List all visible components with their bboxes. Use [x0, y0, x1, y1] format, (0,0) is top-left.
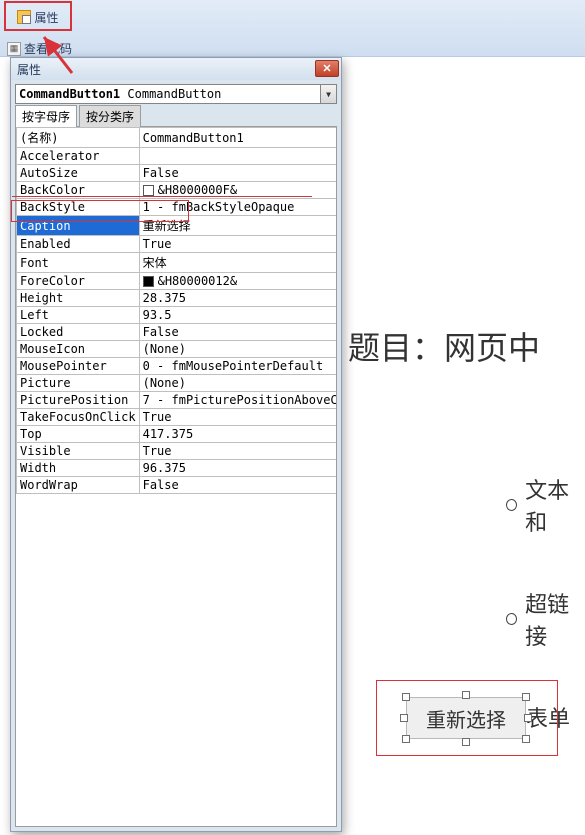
- property-name: Width: [17, 460, 140, 477]
- color-swatch-icon: [143, 276, 154, 287]
- titlebar[interactable]: 属性 ✕: [11, 58, 341, 80]
- property-value[interactable]: [139, 148, 337, 165]
- code-icon: [7, 42, 21, 56]
- resize-handle-e[interactable]: [524, 714, 532, 722]
- properties-window[interactable]: 属性 ✕ CommandButton1 CommandButton ▼ 按字母序…: [10, 57, 342, 832]
- resize-handle-sw[interactable]: [402, 735, 410, 743]
- property-row[interactable]: ForeColor&H80000012&: [17, 273, 338, 290]
- property-name: (名称): [17, 128, 140, 148]
- property-row[interactable]: Left93.5: [17, 307, 338, 324]
- property-name: Enabled: [17, 236, 140, 253]
- tab-alphabetic[interactable]: 按字母序: [15, 105, 77, 127]
- page-title: 题目：网页中: [348, 323, 585, 369]
- property-name: PicturePosition: [17, 392, 140, 409]
- property-value[interactable]: CommandButton1: [139, 128, 337, 148]
- property-row[interactable]: (名称)CommandButton1: [17, 128, 338, 148]
- property-name: Top: [17, 426, 140, 443]
- view-code-label: 查看代码: [24, 40, 72, 57]
- resize-handle-n[interactable]: [462, 691, 470, 699]
- property-row[interactable]: Width96.375: [17, 460, 338, 477]
- window-title: 属性: [17, 61, 41, 78]
- command-button-design[interactable]: 重新选择: [406, 697, 526, 739]
- resize-handle-ne[interactable]: [522, 693, 530, 701]
- property-name: Caption: [17, 216, 140, 236]
- property-value[interactable]: True: [139, 409, 337, 426]
- tab-categorized[interactable]: 按分类序: [79, 105, 141, 127]
- property-name: AutoSize: [17, 165, 140, 182]
- property-row[interactable]: TakeFocusOnClickTrue: [17, 409, 338, 426]
- chevron-down-icon[interactable]: ▼: [320, 85, 336, 103]
- property-name: Visible: [17, 443, 140, 460]
- property-row[interactable]: BackStyle1 - fmBackStyleOpaque: [17, 199, 338, 216]
- tabs: 按字母序 按分类序: [15, 107, 337, 127]
- resize-handle-nw[interactable]: [402, 693, 410, 701]
- resize-handle-se[interactable]: [522, 735, 530, 743]
- property-name: ForeColor: [17, 273, 140, 290]
- resize-handle-s[interactable]: [462, 738, 470, 746]
- highlight-box-properties: [4, 1, 72, 31]
- property-row[interactable]: Font宋体: [17, 253, 338, 273]
- property-row[interactable]: EnabledTrue: [17, 236, 338, 253]
- property-row[interactable]: LockedFalse: [17, 324, 338, 341]
- property-value[interactable]: (None): [139, 341, 337, 358]
- radio-option-b[interactable]: 超链接: [506, 587, 585, 651]
- property-row[interactable]: PicturePosition7 - fmPicturePositionAbov…: [17, 392, 338, 409]
- property-row[interactable]: AutoSizeFalse: [17, 165, 338, 182]
- ribbon-area: 属性 查看代码: [0, 0, 585, 57]
- object-type: CommandButton: [127, 87, 221, 101]
- view-code-ribbon-button[interactable]: 查看代码: [7, 40, 72, 57]
- property-value[interactable]: 宋体: [139, 253, 337, 273]
- property-value[interactable]: 417.375: [139, 426, 337, 443]
- property-value[interactable]: 28.375: [139, 290, 337, 307]
- option-label: 超链接: [525, 587, 585, 651]
- strike-annotation: [12, 196, 312, 197]
- button-caption: 重新选择: [426, 704, 506, 733]
- property-name: Left: [17, 307, 140, 324]
- property-value[interactable]: 0 - fmMousePointerDefault: [139, 358, 337, 375]
- property-name: WordWrap: [17, 477, 140, 494]
- property-name: MousePointer: [17, 358, 140, 375]
- property-name: Font: [17, 253, 140, 273]
- property-value[interactable]: 7 - fmPicturePositionAboveCenter: [139, 392, 337, 409]
- property-row[interactable]: Top417.375: [17, 426, 338, 443]
- option-label: 文本和: [525, 473, 585, 537]
- property-value[interactable]: True: [139, 236, 337, 253]
- property-name: Accelerator: [17, 148, 140, 165]
- property-name: Height: [17, 290, 140, 307]
- object-selector[interactable]: CommandButton1 CommandButton ▼: [15, 84, 337, 104]
- radio-icon: [506, 499, 517, 511]
- property-grid[interactable]: (名称)CommandButton1AcceleratorAutoSizeFal…: [15, 127, 337, 827]
- property-name: MouseIcon: [17, 341, 140, 358]
- property-value[interactable]: True: [139, 443, 337, 460]
- property-row[interactable]: MousePointer0 - fmMousePointerDefault: [17, 358, 338, 375]
- property-value[interactable]: &H80000012&: [139, 273, 337, 290]
- property-value[interactable]: False: [139, 477, 337, 494]
- property-row[interactable]: Caption重新选择: [17, 216, 338, 236]
- property-row[interactable]: Accelerator: [17, 148, 338, 165]
- close-icon[interactable]: ✕: [315, 60, 339, 77]
- property-name: Picture: [17, 375, 140, 392]
- property-row[interactable]: VisibleTrue: [17, 443, 338, 460]
- radio-icon: [506, 613, 517, 625]
- property-value[interactable]: False: [139, 324, 337, 341]
- property-row[interactable]: Picture(None): [17, 375, 338, 392]
- property-value[interactable]: 1 - fmBackStyleOpaque: [139, 199, 337, 216]
- radio-option-a[interactable]: 文本和: [506, 473, 585, 537]
- property-value[interactable]: 93.5: [139, 307, 337, 324]
- property-value[interactable]: 重新选择: [139, 216, 337, 236]
- property-name: Locked: [17, 324, 140, 341]
- property-value[interactable]: (None): [139, 375, 337, 392]
- property-row[interactable]: WordWrapFalse: [17, 477, 338, 494]
- property-row[interactable]: Height28.375: [17, 290, 338, 307]
- property-value[interactable]: 96.375: [139, 460, 337, 477]
- object-name: CommandButton1: [19, 87, 120, 101]
- property-name: TakeFocusOnClick: [17, 409, 140, 426]
- color-swatch-icon: [143, 185, 154, 196]
- property-value[interactable]: False: [139, 165, 337, 182]
- property-row[interactable]: MouseIcon(None): [17, 341, 338, 358]
- resize-handle-w[interactable]: [400, 714, 408, 722]
- property-name: BackStyle: [17, 199, 140, 216]
